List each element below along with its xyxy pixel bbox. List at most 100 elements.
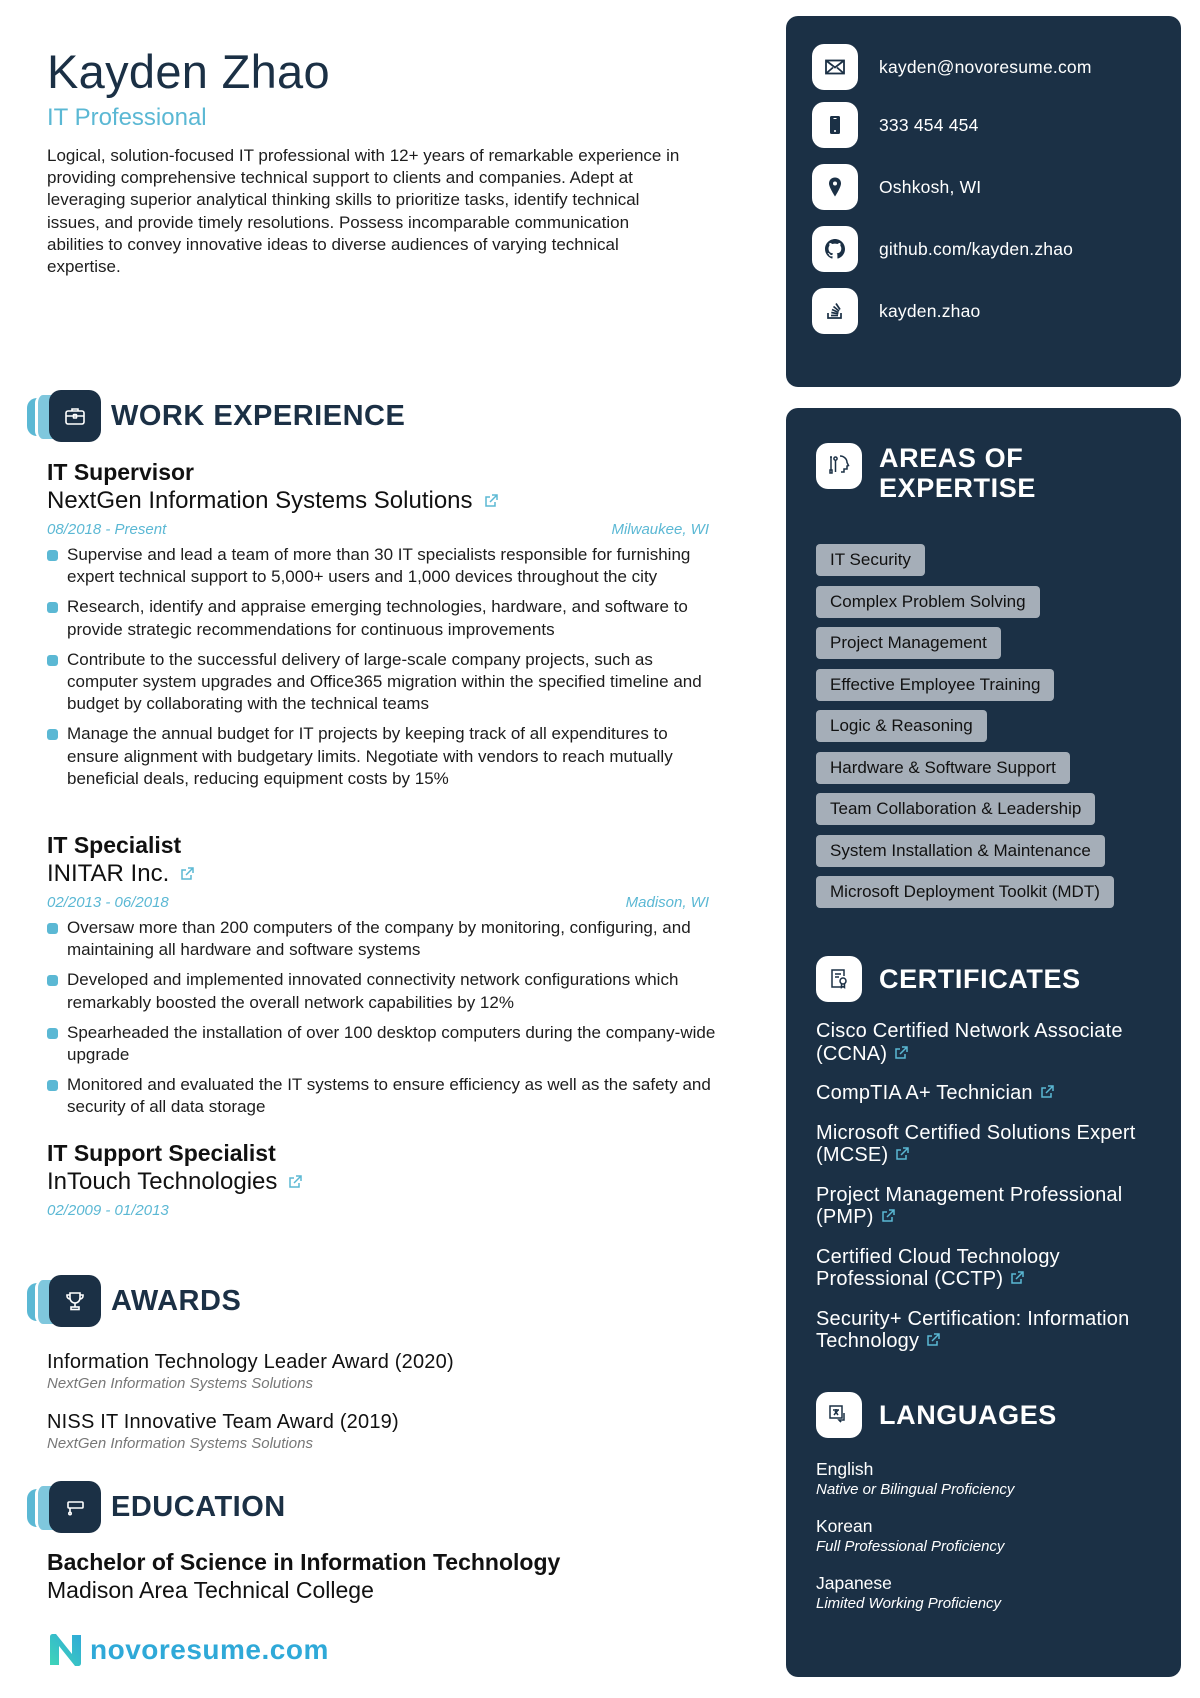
summary: Logical, solution-focused IT professiona…: [47, 146, 680, 277]
skill-tag: Effective Employee Training: [816, 668, 1055, 701]
language-name: Japanese: [816, 1573, 892, 1593]
education-degree: Bachelor of Science in Information Techn…: [47, 1549, 561, 1575]
contact-email-text[interactable]: kayden@novoresume.com: [879, 57, 1092, 78]
award-org: NextGen Information Systems Solutions: [47, 1375, 313, 1392]
envelope-icon: [812, 44, 858, 90]
job-dates: 02/2013 - 06/2018: [47, 894, 169, 911]
translate-icon: [816, 1392, 862, 1438]
certificate-item[interactable]: CompTIA A+ Technician: [816, 1082, 1161, 1105]
award-name: NISS IT Innovative Team Award (2019): [47, 1411, 399, 1433]
education-school: Madison Area Technical College: [47, 1577, 374, 1603]
job-bullet: Contribute to the successful delivery of…: [47, 649, 717, 716]
job-company-name[interactable]: INITAR Inc.: [47, 859, 169, 888]
external-link-icon[interactable]: [894, 1146, 910, 1162]
contact-phone[interactable]: 333 454 454: [812, 102, 979, 148]
candidate-name: Kayden Zhao: [47, 45, 330, 98]
external-link-icon[interactable]: [1009, 1270, 1025, 1286]
job-company-name[interactable]: NextGen Information Systems Solutions: [47, 486, 473, 515]
job-role: IT Support Specialist: [47, 1140, 276, 1166]
award-entry: Information Technology Leader Award (202…: [47, 1350, 454, 1394]
contact-github-text[interactable]: github.com/kayden.zhao: [879, 239, 1073, 260]
job-location: Madison, WI: [625, 894, 709, 911]
job-entry: IT Specialist INITAR Inc. 02/2013 - 06/2…: [47, 831, 717, 1127]
contact-email[interactable]: kayden@novoresume.com: [812, 44, 1092, 90]
languages-header: LANGUAGES: [816, 1392, 1057, 1438]
certificate-name[interactable]: CompTIA A+ Technician: [816, 1082, 1033, 1104]
job-company[interactable]: INITAR Inc.: [47, 859, 717, 888]
certificates-header: CERTIFICATES: [816, 956, 1081, 1002]
external-link-icon[interactable]: [483, 493, 499, 509]
novoresume-n-icon: [50, 1634, 81, 1666]
language-name: Korean: [816, 1516, 873, 1536]
contact-stackoverflow[interactable]: kayden.zhao: [812, 288, 980, 334]
job-company[interactable]: NextGen Information Systems Solutions: [47, 486, 717, 515]
job-dates: 02/2009 - 01/2013: [47, 1202, 169, 1219]
job-bullet: Manage the annual budget for IT projects…: [47, 723, 717, 790]
award-name: Information Technology Leader Award (202…: [47, 1351, 454, 1373]
skill-tag: Hardware & Software Support: [816, 751, 1070, 784]
job-company[interactable]: InTouch Technologies: [47, 1167, 717, 1196]
skill-tag: Microsoft Deployment Toolkit (MDT): [816, 876, 1114, 908]
job-bullets: Oversaw more than 200 computers of the c…: [47, 917, 717, 1119]
external-link-icon[interactable]: [287, 1174, 303, 1190]
skill-tag: IT Security: [816, 544, 925, 576]
contact-panel: kayden@novoresume.com 333 454 454 Oshkos…: [786, 16, 1181, 387]
certificate-item[interactable]: Security+ Certification: Information Tec…: [816, 1308, 1161, 1353]
job-bullet: Oversaw more than 200 computers of the c…: [47, 917, 717, 961]
job-company-name[interactable]: InTouch Technologies: [47, 1167, 277, 1196]
job-bullet: Supervise and lead a team of more than 3…: [47, 544, 717, 588]
certificate-list: Cisco Certified Network Associate (CCNA)…: [816, 1020, 1161, 1370]
external-link-icon[interactable]: [1039, 1084, 1055, 1100]
external-link-icon[interactable]: [179, 866, 195, 882]
language-item: Japanese Limited Working Proficiency: [816, 1572, 1014, 1614]
novoresume-logo[interactable]: novoresume.com: [48, 1633, 329, 1667]
language-list: English Native or Bilingual Proficiency …: [816, 1458, 1014, 1629]
tools-head-icon: [816, 443, 862, 489]
github-icon: [812, 226, 858, 272]
sidebar-panel: AREAS OF EXPERTISE IT Security Complex P…: [786, 408, 1181, 1677]
contact-location-text: Oshkosh, WI: [879, 176, 982, 197]
job-meta: 02/2009 - 01/2013: [47, 1202, 717, 1219]
contact-stackoverflow-text[interactable]: kayden.zhao: [879, 301, 980, 322]
certificate-name[interactable]: Cisco Certified Network Associate (CCNA): [816, 1020, 1123, 1065]
certificate-name[interactable]: Microsoft Certified Solutions Expert (MC…: [816, 1122, 1136, 1167]
job-bullet: Developed and implemented innovated conn…: [47, 969, 717, 1013]
job-entry: IT Support Specialist InTouch Technologi…: [47, 1139, 717, 1219]
job-location: Milwaukee, WI: [611, 521, 709, 538]
language-name: English: [816, 1459, 874, 1479]
certificate-name[interactable]: Project Management Professional (PMP): [816, 1184, 1122, 1229]
job-bullet: Monitored and evaluated the IT systems t…: [47, 1074, 717, 1118]
language-level: Full Professional Proficiency: [816, 1538, 1005, 1555]
expertise-header: AREAS OF EXPERTISE: [816, 443, 1036, 503]
candidate-title: IT Professional: [47, 104, 207, 131]
job-role: IT Specialist: [47, 832, 182, 858]
skill-tag: Logic & Reasoning: [816, 710, 987, 742]
certificate-item[interactable]: Certified Cloud Technology Professional …: [816, 1246, 1161, 1291]
phone-icon: [812, 102, 858, 148]
job-bullet: Spearheaded the installation of over 100…: [47, 1022, 717, 1066]
certificate-item[interactable]: Cisco Certified Network Associate (CCNA): [816, 1020, 1161, 1065]
section-title: LANGUAGES: [879, 1400, 1057, 1430]
certificate-item[interactable]: Microsoft Certified Solutions Expert (MC…: [816, 1122, 1161, 1167]
external-link-icon[interactable]: [880, 1208, 896, 1224]
external-link-icon[interactable]: [893, 1045, 909, 1061]
language-item: Korean Full Professional Proficiency: [816, 1515, 1014, 1557]
certificate-item[interactable]: Project Management Professional (PMP): [816, 1184, 1161, 1229]
contact-location: Oshkosh, WI: [812, 164, 981, 210]
certificate-icon: [816, 956, 862, 1002]
contact-github[interactable]: github.com/kayden.zhao: [812, 226, 1073, 272]
skill-tag: Project Management: [816, 627, 1001, 659]
graduation-cap-icon: [49, 1481, 101, 1533]
skill-tag: Team Collaboration & Leadership: [816, 793, 1096, 825]
contact-phone-text[interactable]: 333 454 454: [879, 115, 979, 136]
job-dates: 08/2018 - Present: [47, 521, 167, 538]
job-bullet: Research, identify and appraise emerging…: [47, 596, 717, 640]
certificate-name[interactable]: Security+ Certification: Information Tec…: [816, 1308, 1129, 1353]
section-title: CERTIFICATES: [879, 964, 1081, 994]
trophy-icon: [49, 1275, 101, 1327]
external-link-icon[interactable]: [925, 1332, 941, 1348]
logo-text[interactable]: novoresume.com: [90, 1634, 329, 1666]
skill-tags: IT Security Complex Problem Solving Proj…: [816, 544, 1161, 918]
section-title: WORK EXPERIENCE: [111, 400, 406, 432]
expertise-title-line1: AREAS OF: [879, 443, 1024, 473]
